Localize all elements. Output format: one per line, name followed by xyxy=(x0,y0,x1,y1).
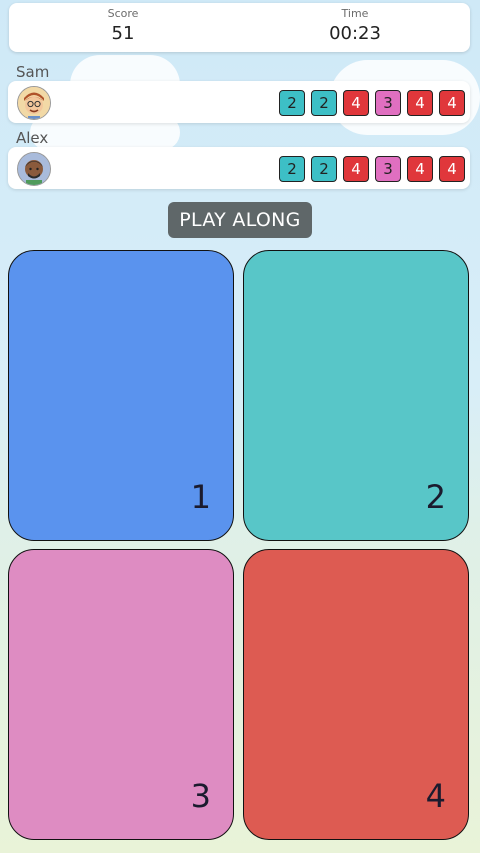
time-value: 00:23 xyxy=(329,23,381,44)
pad-1[interactable]: 1 xyxy=(8,250,234,541)
pad-number: 1 xyxy=(190,478,211,516)
score-value: 51 xyxy=(111,23,135,44)
player-sequence-alex: 2 2 4 3 4 4 xyxy=(279,156,465,182)
player-sequence-sam: 2 2 4 3 4 4 xyxy=(279,90,465,116)
time-stat: Time 00:23 xyxy=(255,7,455,47)
score-bar: Score 51 Time 00:23 xyxy=(9,3,470,52)
pad-2[interactable]: 2 xyxy=(243,250,469,541)
pad-3[interactable]: 3 xyxy=(8,549,234,840)
pad-number: 3 xyxy=(190,777,211,815)
player-name-alex: Alex xyxy=(16,129,49,147)
player-name-sam: Sam xyxy=(16,63,50,81)
player-row-sam: 2 2 4 3 4 4 xyxy=(8,81,470,123)
score-label: Score xyxy=(107,7,139,20)
play-along-button[interactable]: PLAY ALONG xyxy=(168,202,312,238)
sequence-chip: 4 xyxy=(343,156,369,182)
sequence-chip: 4 xyxy=(439,90,465,116)
sequence-chip: 2 xyxy=(279,90,305,116)
score-stat: Score 51 xyxy=(23,7,223,47)
time-label: Time xyxy=(341,7,369,20)
pad-number: 2 xyxy=(425,478,446,516)
sequence-chip: 4 xyxy=(343,90,369,116)
sequence-chip: 2 xyxy=(279,156,305,182)
sequence-chip: 2 xyxy=(311,90,337,116)
player-row-alex: 2 2 4 3 4 4 xyxy=(8,147,470,189)
sequence-chip: 4 xyxy=(439,156,465,182)
sequence-chip: 3 xyxy=(375,90,401,116)
pad-number: 4 xyxy=(425,777,446,815)
sequence-chip: 4 xyxy=(407,156,433,182)
pad-4[interactable]: 4 xyxy=(243,549,469,840)
sequence-chip: 2 xyxy=(311,156,337,182)
sequence-chip: 4 xyxy=(407,90,433,116)
avatar-alex-icon xyxy=(17,152,51,186)
avatar-sam-icon xyxy=(17,86,51,120)
sequence-chip: 3 xyxy=(375,156,401,182)
